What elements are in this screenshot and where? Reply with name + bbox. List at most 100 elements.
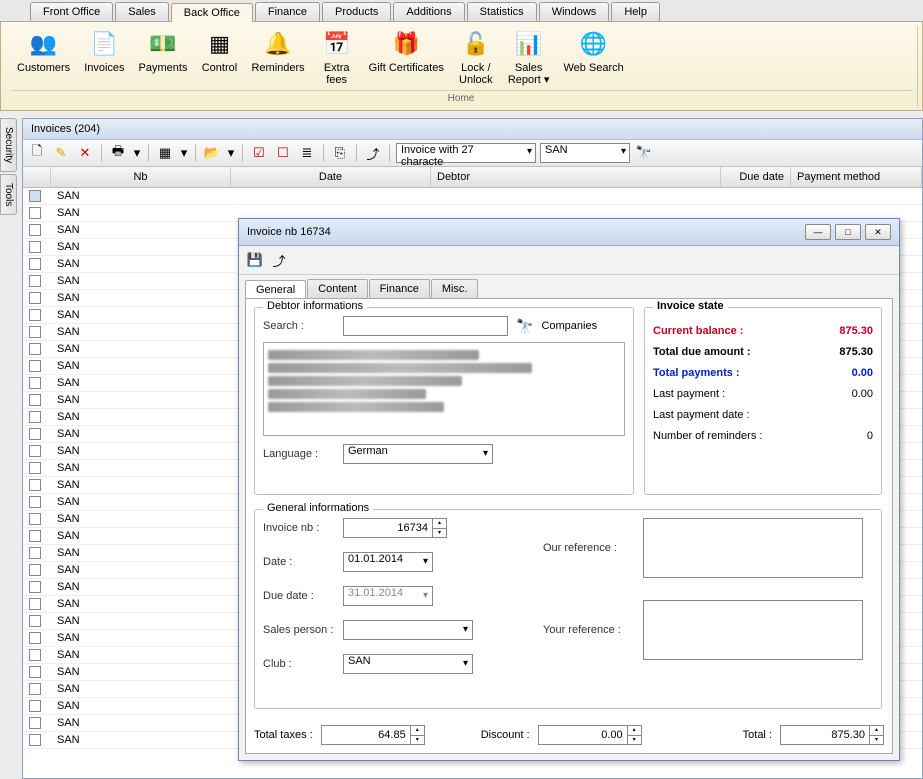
row-checkbox[interactable] [29, 581, 41, 593]
our-reference-input[interactable] [643, 518, 863, 578]
discount-spinner[interactable]: ▴▾ [628, 725, 642, 745]
print-icon[interactable]: 🖶 [108, 143, 128, 163]
search-input[interactable] [343, 316, 508, 336]
row-checkbox[interactable] [29, 326, 41, 338]
row-checkbox[interactable] [29, 649, 41, 661]
row-checkbox[interactable] [29, 700, 41, 712]
row-checkbox[interactable] [29, 292, 41, 304]
discount-input[interactable] [538, 725, 628, 745]
folder-dropdown-icon[interactable]: ▾ [226, 143, 236, 163]
ribbon-web[interactable]: 🌐Web Search [557, 26, 629, 88]
ribbon-control[interactable]: ▦Control [195, 26, 243, 88]
ribbon-customers[interactable]: 👥Customers [11, 26, 76, 88]
dialog-tab-general[interactable]: General [245, 280, 306, 299]
due-date-input[interactable]: 31.01.2014 [343, 586, 433, 606]
save-icon[interactable]: 💾 [245, 250, 265, 270]
row-checkbox[interactable] [29, 394, 41, 406]
col-nb[interactable]: Nb [51, 167, 231, 187]
row-checkbox[interactable] [29, 547, 41, 559]
uncheck-all-icon[interactable]: ☐ [273, 143, 293, 163]
row-checkbox[interactable] [29, 360, 41, 372]
menu-tab-back-office[interactable]: Back Office [171, 3, 253, 22]
invoice-nb-input[interactable] [343, 518, 433, 538]
row-checkbox[interactable] [29, 683, 41, 695]
row-checkbox[interactable] [29, 734, 41, 746]
menu-tab-windows[interactable]: Windows [539, 2, 610, 21]
row-checkbox[interactable] [29, 241, 41, 253]
row-checkbox[interactable] [29, 479, 41, 491]
ribbon-reminders[interactable]: 🔔Reminders [245, 26, 310, 88]
row-checkbox[interactable] [29, 445, 41, 457]
sales-person-combo[interactable] [343, 620, 473, 640]
ribbon-lock[interactable]: 🔓Lock /Unlock [452, 26, 500, 88]
search-binoculars-icon[interactable]: 🔭 [516, 318, 533, 335]
menu-tab-finance[interactable]: Finance [255, 2, 320, 21]
export-icon[interactable]: ⎘ [330, 143, 350, 163]
ribbon-extra[interactable]: 📅Extrafees [313, 26, 361, 88]
ribbon-sales[interactable]: 📊SalesReport ▾ [502, 26, 556, 88]
row-checkbox[interactable] [29, 598, 41, 610]
row-checkbox[interactable] [29, 530, 41, 542]
row-checkbox[interactable] [29, 513, 41, 525]
dialog-tab-finance[interactable]: Finance [369, 279, 430, 298]
row-checkbox[interactable] [29, 377, 41, 389]
row-checkbox[interactable] [29, 564, 41, 576]
taxes-spinner[interactable]: ▴▾ [411, 725, 425, 745]
close-exit-icon[interactable]: ⤴ [269, 250, 289, 270]
binoculars-icon[interactable]: 🔭 [634, 143, 654, 163]
grid-icon[interactable]: ▦ [155, 143, 175, 163]
table-row[interactable]: SAN [23, 188, 922, 205]
col-pay[interactable]: Payment method [791, 167, 922, 187]
date-input[interactable]: 01.01.2014 [343, 552, 433, 572]
row-checkbox[interactable] [29, 207, 41, 219]
club-combo[interactable]: SAN [343, 654, 473, 674]
new-icon[interactable]: 🗋 [27, 143, 47, 163]
total-taxes-input[interactable] [321, 725, 411, 745]
menu-tab-additions[interactable]: Additions [393, 2, 464, 21]
exit-icon[interactable]: ⤴ [363, 143, 383, 163]
row-checkbox[interactable] [29, 632, 41, 644]
row-checkbox[interactable] [29, 309, 41, 321]
row-checkbox[interactable] [29, 275, 41, 287]
maximize-icon[interactable]: □ [835, 224, 861, 240]
side-tab-tools[interactable]: Tools [0, 174, 17, 215]
ribbon-payments[interactable]: 💵Payments [133, 26, 194, 88]
col-debtor[interactable]: Debtor [431, 167, 721, 187]
total-input[interactable] [780, 725, 870, 745]
dialog-titlebar[interactable]: Invoice nb 16734 — □ ✕ [239, 219, 899, 246]
menu-tab-statistics[interactable]: Statistics [467, 2, 537, 21]
delete-icon[interactable]: ✕ [75, 143, 95, 163]
minimize-icon[interactable]: — [805, 224, 831, 240]
print-dropdown-icon[interactable]: ▾ [132, 143, 142, 163]
row-checkbox[interactable] [29, 224, 41, 236]
row-checkbox[interactable] [29, 343, 41, 355]
filter-type-combo[interactable]: Invoice with 27 characte [396, 143, 536, 163]
menu-tab-front-office[interactable]: Front Office [30, 2, 113, 21]
row-checkbox[interactable] [29, 258, 41, 270]
language-combo[interactable]: German [343, 444, 493, 464]
row-checkbox[interactable] [29, 615, 41, 627]
close-icon[interactable]: ✕ [865, 224, 891, 240]
filter-club-combo[interactable]: SAN [540, 143, 630, 163]
companies-link[interactable]: Companies [541, 320, 597, 332]
ribbon-gift[interactable]: 🎁Gift Certificates [363, 26, 450, 88]
dialog-tab-content[interactable]: Content [307, 279, 368, 298]
menu-tab-products[interactable]: Products [322, 2, 391, 21]
your-reference-input[interactable] [643, 600, 863, 660]
grid-dropdown-icon[interactable]: ▾ [179, 143, 189, 163]
edit-icon[interactable]: ✎ [51, 143, 71, 163]
row-checkbox[interactable] [29, 717, 41, 729]
folder-icon[interactable]: 📂 [202, 143, 222, 163]
menu-tab-help[interactable]: Help [611, 2, 660, 21]
row-checkbox[interactable] [29, 666, 41, 678]
row-checkbox[interactable] [29, 462, 41, 474]
row-checkbox[interactable] [29, 496, 41, 508]
row-checkbox[interactable] [29, 190, 41, 202]
ribbon-invoices[interactable]: 📄Invoices [78, 26, 130, 88]
invoice-nb-spinner[interactable]: ▴▾ [433, 518, 447, 538]
dialog-tab-misc[interactable]: Misc. [431, 279, 479, 298]
check-all-icon[interactable]: ☑ [249, 143, 269, 163]
col-date[interactable]: Date [231, 167, 431, 187]
col-due[interactable]: Due date [721, 167, 791, 187]
side-tab-security[interactable]: Security [0, 118, 17, 172]
